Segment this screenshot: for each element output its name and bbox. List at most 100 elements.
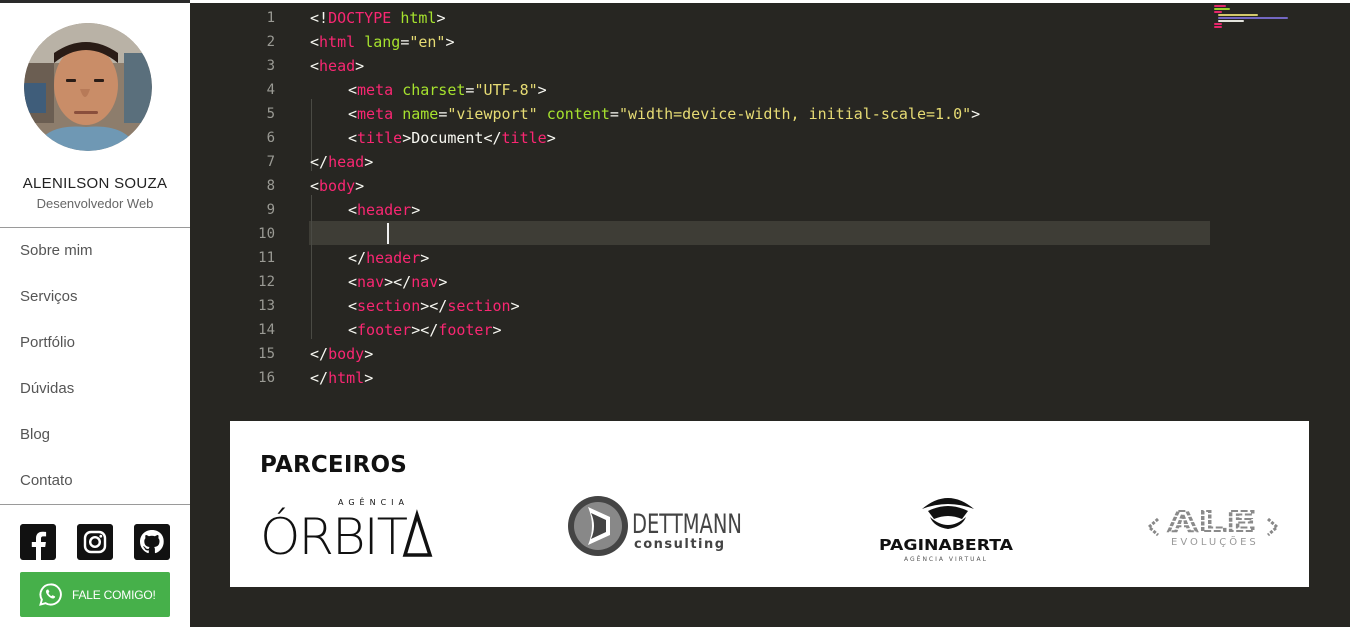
line-number: 11: [258, 250, 275, 266]
code-line[interactable]: 5 <meta name="viewport" content="width=de…: [190, 102, 1350, 126]
code-token: section: [357, 297, 421, 315]
whatsapp-label: FALE COMIGO!: [72, 587, 156, 602]
code-line[interactable]: 8 <body>: [190, 174, 1350, 198]
code-token: "UTF-8": [474, 81, 538, 99]
code-token: >: [438, 273, 448, 291]
code-text: </body>: [310, 342, 373, 366]
code-text: <meta name="viewport" content="width=dev…: [348, 102, 980, 126]
partners-section: PARCEIROS AGÊNCIA ÓRBIT DETTMANN consult…: [230, 421, 1309, 587]
code-token: >: [355, 177, 365, 195]
line-number: 14: [258, 322, 275, 338]
code-text: <section></section>: [348, 294, 520, 318]
text-caret: [387, 223, 389, 244]
code-line[interactable]: 13 <section></section>: [190, 294, 1350, 318]
code-token: content: [546, 105, 610, 123]
code-token: <: [348, 321, 358, 339]
code-line[interactable]: 11 </header>: [190, 246, 1350, 270]
svg-text:EVOLUÇÕES: EVOLUÇÕES: [1171, 535, 1259, 548]
nav-item-contato[interactable]: Contato: [0, 458, 190, 504]
code-line[interactable]: 1 <!DOCTYPE html>: [190, 6, 1350, 30]
code-token: footer: [357, 321, 412, 339]
code-token: head: [319, 57, 356, 75]
nav-item-servicos[interactable]: Serviços: [0, 274, 190, 320]
code-line[interactable]: 7 </head>: [190, 150, 1350, 174]
code-token: >: [364, 369, 374, 387]
code-line[interactable]: 2 <html lang="en">: [190, 30, 1350, 54]
code-token: nav: [411, 273, 439, 291]
facebook-icon[interactable]: [20, 524, 56, 560]
svg-text:ÓRBIT: ÓRBIT: [260, 507, 407, 561]
code-token: >: [971, 105, 981, 123]
nav-item-blog[interactable]: Blog: [0, 412, 190, 458]
code-token: ></: [420, 297, 448, 315]
code-line[interactable]: 3 <head>: [190, 54, 1350, 78]
code-token: <: [310, 33, 320, 51]
code-token: DOCTYPE: [328, 9, 392, 27]
code-token: >: [492, 321, 502, 339]
code-token: <: [348, 297, 358, 315]
line-number: 2: [266, 34, 275, 50]
code-token: >: [364, 345, 374, 363]
svg-text:PAGINABERTA: PAGINABERTA: [879, 536, 1013, 554]
nav-item-portfolio[interactable]: Portfólio: [0, 320, 190, 366]
github-icon[interactable]: [134, 524, 170, 560]
code-token: </: [348, 249, 367, 267]
line-number: 16: [258, 370, 275, 386]
code-token: <: [310, 57, 320, 75]
code-token: html: [400, 9, 437, 27]
code-line[interactable]: 10: [190, 222, 1350, 246]
code-text: <header>: [348, 198, 420, 222]
divider: [0, 504, 190, 505]
code-token: "en": [409, 33, 446, 51]
whatsapp-button[interactable]: FALE COMIGO!: [20, 572, 170, 617]
code-token: nav: [357, 273, 385, 291]
code-text: </html>: [310, 366, 373, 390]
minimap[interactable]: [1214, 5, 1288, 31]
line-number: 8: [266, 178, 275, 194]
line-number: 6: [266, 130, 275, 146]
code-text: <meta charset="UTF-8">: [348, 78, 547, 102]
code-token: >: [411, 201, 421, 219]
code-token: title: [357, 129, 403, 147]
code-token: =: [400, 33, 410, 51]
line-number: 9: [266, 202, 275, 218]
svg-text:AGÊNCIA VIRTUAL: AGÊNCIA VIRTUAL: [904, 555, 988, 563]
code-token: <!: [310, 9, 329, 27]
code-token: >: [436, 9, 446, 27]
svg-text:DETTMANN: DETTMANN: [632, 509, 742, 540]
code-token: html: [328, 369, 365, 387]
code-token: header: [366, 249, 421, 267]
code-token: >Document</: [402, 129, 502, 147]
code-line[interactable]: 14 <footer></footer>: [190, 318, 1350, 342]
line-number: 7: [266, 154, 275, 170]
line-number: 10: [258, 226, 275, 242]
code-token: </: [310, 345, 329, 363]
code-token: >: [546, 129, 556, 147]
nav-item-sobre-mim[interactable]: Sobre mim: [0, 228, 190, 274]
ale-logo: ALE EVOLUÇÕES: [1146, 504, 1280, 549]
code-text: <body>: [310, 174, 364, 198]
code-line[interactable]: 9 <header>: [190, 198, 1350, 222]
code-line[interactable]: 12 <nav></nav>: [190, 270, 1350, 294]
code-token: meta: [357, 105, 394, 123]
nav-item-duvidas[interactable]: Dúvidas: [0, 366, 190, 412]
orbita-logo: AGÊNCIA ÓRBIT: [260, 495, 435, 566]
code-text: <head>: [310, 54, 364, 78]
code-token: title: [501, 129, 547, 147]
code-text: </head>: [310, 150, 373, 174]
code-line[interactable]: 6 <title>Document</title>: [190, 126, 1350, 150]
code-line[interactable]: 16 </html>: [190, 366, 1350, 390]
code-line[interactable]: 4 <meta charset="UTF-8">: [190, 78, 1350, 102]
code-token: </: [310, 369, 329, 387]
code-token: body: [319, 177, 356, 195]
code-token: >: [537, 81, 547, 99]
code-editor[interactable]: 1 <!DOCTYPE html> 2 <html lang="en"> 3 <head>…: [190, 3, 1350, 403]
instagram-icon[interactable]: [77, 524, 113, 560]
code-token: =: [609, 105, 619, 123]
code-line[interactable]: 15 </body>: [190, 342, 1350, 366]
code-token: ></: [411, 321, 439, 339]
line-number: 3: [266, 58, 275, 74]
